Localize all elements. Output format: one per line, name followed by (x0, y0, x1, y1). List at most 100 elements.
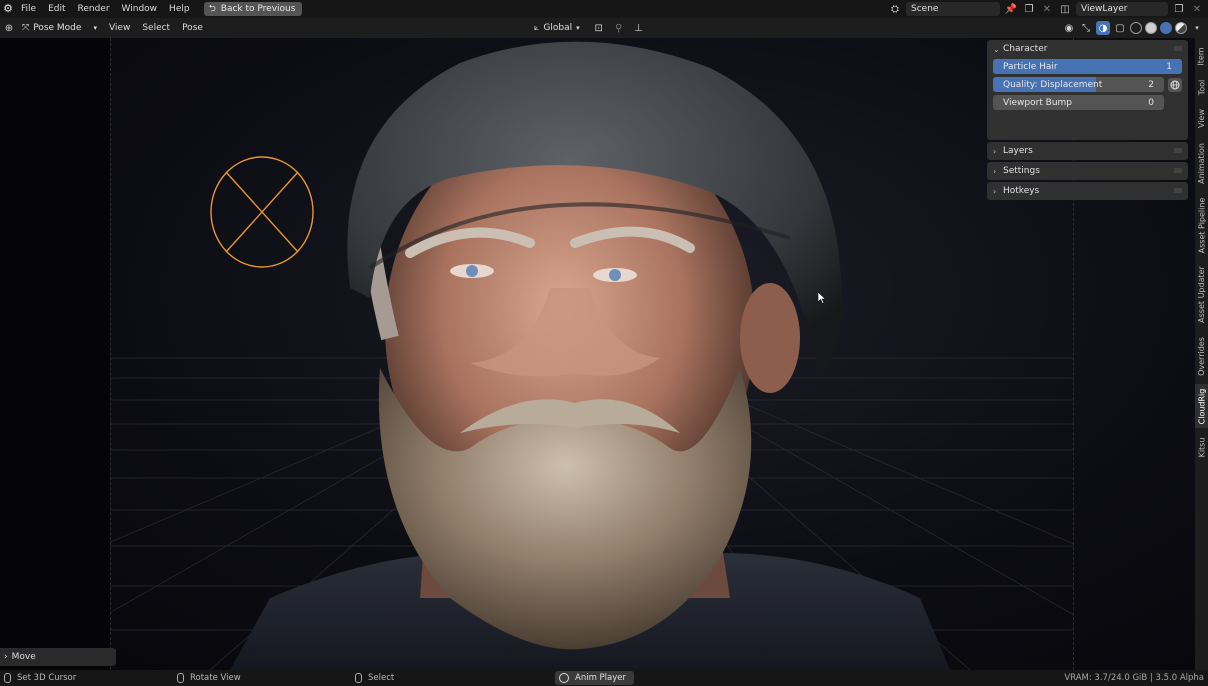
panel-hotkeys: › Hotkeys (987, 182, 1188, 200)
operator-title: Move (11, 652, 36, 662)
pose-mode-icon: ⤧ (22, 23, 30, 33)
visibility-icon[interactable]: ◉ (1062, 21, 1076, 35)
scene-name: Scene (911, 4, 939, 14)
xray-icon[interactable]: ▢ (1113, 21, 1127, 35)
chevron-right-icon: › (993, 146, 997, 156)
material-shading-icon[interactable] (1160, 22, 1172, 34)
anim-player-button[interactable]: Anim Player (555, 671, 634, 685)
panel-layers: › Layers (987, 142, 1188, 160)
new-view-layer-icon[interactable]: ❐ (1172, 2, 1186, 16)
new-scene-icon[interactable]: ❐ (1022, 2, 1036, 16)
globe-icon[interactable] (1168, 77, 1182, 92)
top-menu-bar: ⚙ File Edit Render Window Help ⮌ Back to… (0, 0, 1208, 18)
orientation-icon: ⟀ (534, 23, 540, 33)
menu-edit[interactable]: Edit (42, 0, 71, 18)
panel-character-title: Character (1003, 44, 1048, 54)
tab-overrides[interactable]: Overrides (1195, 332, 1208, 380)
menu-render[interactable]: Render (72, 0, 116, 18)
pivot-point-icon[interactable]: ⊡ (592, 21, 606, 35)
viewport-bump-field[interactable]: Viewport Bump 0 (993, 95, 1164, 110)
close-scene-icon[interactable]: ✕ (1040, 2, 1054, 16)
tab-overrides-label: Overrides (1197, 336, 1206, 376)
tab-cloudrig[interactable]: CloudRig (1195, 384, 1208, 428)
drag-grip-icon[interactable] (1174, 188, 1182, 193)
tab-item-label: Item (1197, 46, 1206, 66)
orientation-selector[interactable]: ⟀ Global ▾ (528, 20, 586, 36)
tab-view-label: View (1197, 108, 1207, 128)
quality-displacement-field[interactable]: Quality: Displacement 2 (993, 77, 1164, 92)
pin-icon[interactable]: 📌 (1004, 2, 1018, 16)
mode-label: Pose Mode (33, 23, 82, 33)
snap-target-icon[interactable]: ⊥ (632, 21, 646, 35)
viewport-letterbox-left (0, 38, 110, 670)
close-view-layer-icon[interactable]: ✕ (1190, 2, 1204, 16)
panel-layers-header[interactable]: › Layers (987, 142, 1188, 160)
tab-animation[interactable]: Animation (1195, 138, 1208, 188)
viewport-bump-label: Viewport Bump (1003, 97, 1073, 108)
panel-hotkeys-header[interactable]: › Hotkeys (987, 182, 1188, 200)
gizmo-icon[interactable]: ⤡ (1079, 21, 1093, 35)
particle-hair-field[interactable]: Particle Hair 1 (993, 59, 1182, 74)
orientation-label: Global (543, 23, 573, 33)
tab-asset-pipeline[interactable]: Asset Pipeline (1195, 194, 1208, 256)
character-head (230, 41, 950, 670)
chevron-down-icon[interactable]: ▾ (1190, 21, 1204, 35)
status-info: VRAM: 3.7/24.0 GiB | 3.5.0 Alpha (1064, 673, 1204, 683)
menu-select[interactable]: Select (136, 18, 176, 38)
tab-kitsu-label: Kitsu (1197, 437, 1206, 457)
solid-shading-icon[interactable] (1145, 22, 1157, 34)
menu-view[interactable]: View (103, 18, 136, 38)
tab-tool[interactable]: Tool (1195, 74, 1208, 100)
menu-file[interactable]: File (15, 0, 42, 18)
editor-type-icon[interactable]: ⊕ (2, 21, 16, 35)
quality-displacement-value: 2 (1148, 79, 1154, 90)
chevron-down-icon: ⌄ (993, 44, 1000, 54)
drag-grip-icon[interactable] (1174, 148, 1182, 153)
mouse-left-icon (4, 673, 11, 683)
mouse-middle-icon (177, 673, 184, 683)
view-layer-field[interactable]: ViewLayer (1076, 2, 1168, 16)
tab-asset-updater-label: Asset Updater (1197, 265, 1207, 323)
back-to-previous-button[interactable]: ⮌ Back to Previous (203, 2, 303, 16)
wireframe-shading-icon[interactable] (1130, 22, 1142, 34)
blender-logo-icon[interactable]: ⚙ (1, 2, 15, 16)
panel-settings-header[interactable]: › Settings (987, 162, 1188, 180)
mouse-cursor-icon (818, 292, 826, 304)
top-right-controls: ⛭ Scene 📌 ❐ ✕ ◫ ViewLayer ❐ ✕ (888, 0, 1208, 18)
mouse-right-icon (355, 673, 362, 683)
scene-selector-icon[interactable]: ⛭ (888, 2, 902, 16)
bone-control-widget[interactable] (210, 156, 314, 268)
rendered-shading-icon[interactable] (1175, 22, 1187, 34)
last-operator-panel[interactable]: › Move (0, 648, 116, 666)
scene-field[interactable]: Scene (906, 2, 1000, 16)
drag-grip-icon[interactable] (1174, 46, 1182, 51)
mode-selector[interactable]: ⤧ Pose Mode ▾ (16, 20, 103, 36)
viewport-bump-value: 0 (1148, 97, 1154, 108)
panel-layers-title: Layers (1003, 146, 1033, 156)
particle-hair-value: 1 (1166, 61, 1172, 72)
sidebar-tabs: Item Tool View Animation Asset Pipeline … (1195, 38, 1208, 670)
menu-pose[interactable]: Pose (176, 18, 209, 38)
chevron-right-icon: › (993, 186, 997, 196)
tab-asset-updater[interactable]: Asset Updater (1195, 262, 1208, 326)
status-set-cursor-label: Set 3D Cursor (17, 673, 77, 683)
viewport-header: ⊕ ⤧ Pose Mode ▾ View Select Pose ⟀ Globa… (0, 18, 1208, 38)
tab-kitsu[interactable]: Kitsu (1195, 432, 1208, 462)
status-select-label: Select (368, 673, 395, 683)
menu-window[interactable]: Window (116, 0, 164, 18)
view-layer-icon[interactable]: ◫ (1058, 2, 1072, 16)
overlays-icon[interactable]: ◑ (1096, 21, 1110, 35)
view-layer-name: ViewLayer (1081, 4, 1128, 14)
status-set-cursor: Set 3D Cursor (4, 670, 76, 686)
tab-view[interactable]: View (1195, 104, 1208, 132)
snap-icon[interactable]: ⚲ (612, 21, 626, 35)
tab-item[interactable]: Item (1195, 42, 1208, 70)
drag-grip-icon[interactable] (1174, 168, 1182, 173)
status-bar: Set 3D Cursor Rotate View Select Anim Pl… (0, 670, 1208, 686)
menu-help[interactable]: Help (163, 0, 196, 18)
tab-tool-label: Tool (1197, 79, 1207, 95)
anim-player-label: Anim Player (575, 673, 626, 683)
panel-character-header[interactable]: ⌄ Character (987, 40, 1188, 58)
chevron-down-icon: ▾ (576, 24, 580, 32)
viewport-display-controls: ◉ ⤡ ◑ ▢ ▾ (1062, 18, 1204, 38)
